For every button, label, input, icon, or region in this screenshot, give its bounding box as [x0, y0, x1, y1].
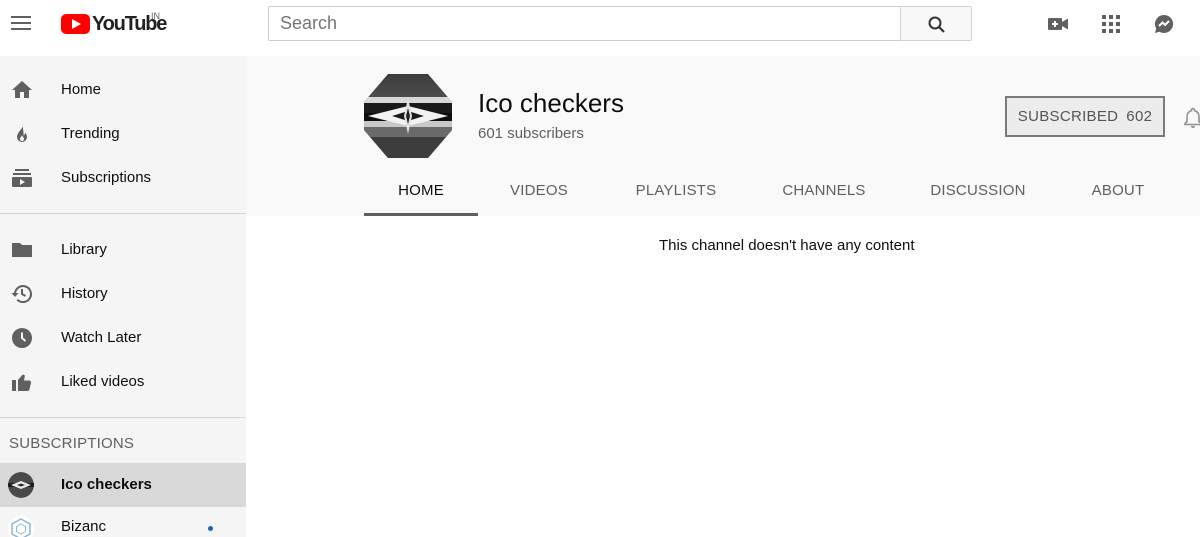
sidebar-item-label: Ico checkers: [61, 476, 152, 493]
subscriptions-icon: [12, 169, 32, 187]
sidebar-item-label: Home: [61, 81, 102, 98]
avatar: [8, 472, 34, 498]
sidebar-item-label: Library: [61, 241, 107, 258]
sidebar-divider: [0, 417, 246, 418]
sidebar-item-liked-videos[interactable]: Liked videos: [0, 362, 246, 402]
sidebar: Home Trending Subscriptions Library Hist…: [0, 56, 246, 537]
history-icon: [11, 285, 32, 304]
sidebar-item-label: History: [61, 285, 108, 302]
tab-playlists[interactable]: PLAYLISTS: [626, 168, 726, 216]
subscribed-count: 602: [1126, 108, 1153, 125]
video-camera-plus-icon[interactable]: [1046, 12, 1070, 36]
sidebar-item-library[interactable]: Library: [0, 230, 246, 270]
tab-home[interactable]: HOME: [364, 168, 478, 216]
sidebar-item-watch-later[interactable]: Watch Later: [0, 318, 246, 358]
clock-icon: [12, 328, 32, 348]
sidebar-item-history[interactable]: History: [0, 274, 246, 314]
sidebar-divider: [0, 213, 246, 214]
flame-icon: [17, 124, 27, 142]
channel-header: Ico checkers 601 subscribers SUBSCRIBED …: [246, 56, 1200, 216]
sidebar-item-home[interactable]: Home: [0, 70, 246, 110]
thumbs-up-icon: [12, 374, 32, 391]
messages-icon[interactable]: [1152, 12, 1176, 36]
subscriber-count: 601 subscribers: [478, 125, 584, 142]
tab-about[interactable]: ABOUT: [1084, 168, 1152, 216]
subscribed-button[interactable]: SUBSCRIBED 602: [1005, 96, 1165, 137]
search-input[interactable]: [269, 7, 901, 40]
sidebar-item-label: Trending: [61, 125, 120, 142]
subscribed-label: SUBSCRIBED: [1017, 108, 1119, 125]
masthead: YouTube IN: [0, 0, 1200, 56]
search-icon: [928, 16, 945, 33]
sidebar-item-trending[interactable]: Trending: [0, 114, 246, 154]
channel-avatar[interactable]: [364, 72, 452, 160]
subscriptions-heading: SUBSCRIPTIONS: [9, 435, 135, 452]
menu-icon[interactable]: [8, 8, 36, 40]
sidebar-item-label: Watch Later: [61, 329, 142, 346]
youtube-logo[interactable]: YouTube IN: [61, 11, 167, 35]
channel-title: Ico checkers: [478, 88, 624, 118]
search-box: [268, 6, 901, 41]
folder-icon: [12, 243, 32, 257]
tab-videos[interactable]: VIDEOS: [499, 168, 579, 216]
youtube-play-icon: [61, 14, 90, 34]
empty-content-message: This channel doesn't have any content: [659, 237, 915, 254]
tab-channels[interactable]: CHANNELS: [772, 168, 876, 216]
bell-icon[interactable]: [1182, 106, 1200, 128]
sidebar-item-label: Liked videos: [61, 373, 145, 390]
logo-country-code: IN: [151, 11, 160, 21]
home-icon: [12, 81, 32, 98]
sidebar-subscription-bizanc[interactable]: Bizanc: [0, 507, 246, 537]
avatar: [8, 516, 34, 537]
sidebar-item-subscriptions[interactable]: Subscriptions: [0, 158, 246, 198]
new-content-dot: [208, 526, 213, 531]
sidebar-subscription-ico-checkers[interactable]: Ico checkers: [0, 463, 246, 507]
search-button[interactable]: [900, 6, 972, 41]
sidebar-item-label: Subscriptions: [61, 169, 152, 186]
apps-grid-icon[interactable]: [1099, 12, 1123, 36]
sidebar-item-label: Bizanc: [61, 518, 107, 535]
tab-discussion[interactable]: DISCUSSION: [922, 168, 1034, 216]
